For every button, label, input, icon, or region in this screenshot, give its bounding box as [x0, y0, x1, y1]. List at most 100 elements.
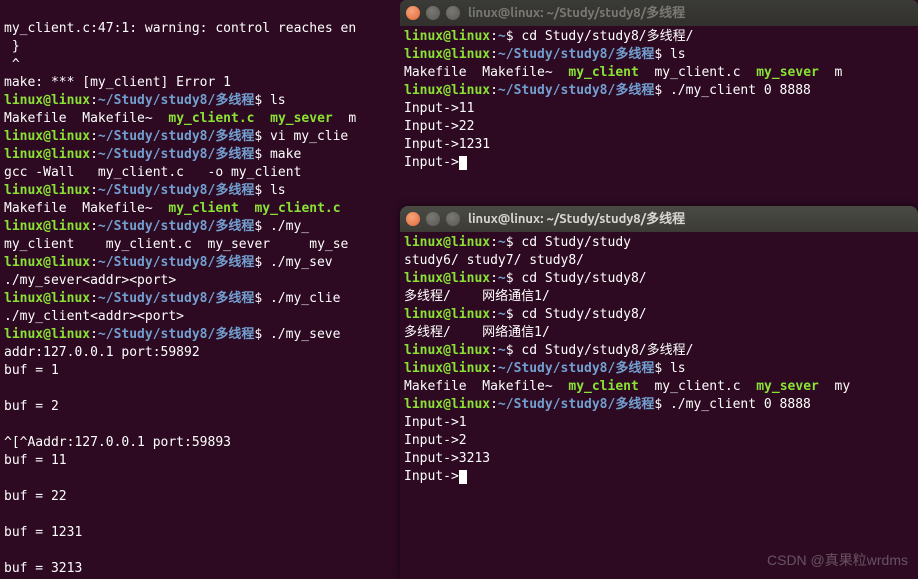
ls-file: my_client.c [254, 201, 340, 216]
ls-out: m [819, 65, 842, 80]
cmd: ./my_client 0 8888 [670, 83, 811, 98]
cmd: ./my_seve [270, 327, 340, 342]
prompt-dollar: $ [506, 271, 514, 286]
terminal-right-bottom[interactable]: linux@linux: ~/Study/study8/多线程 linux@li… [400, 206, 918, 579]
prompt-dollar: $ [506, 307, 514, 322]
maximize-icon[interactable] [446, 6, 460, 20]
title-bar[interactable]: linux@linux: ~/Study/study8/多线程 [400, 206, 918, 232]
prompt-dollar: $ [254, 147, 262, 162]
output-line: my_client my_client.c my_sever my_se [4, 237, 348, 252]
prompt-dollar: $ [254, 93, 262, 108]
cursor-icon [459, 470, 467, 484]
output-line: Input->22 [404, 119, 474, 134]
prompt-sep: : [90, 291, 98, 306]
cmd: ./my_sev [270, 255, 333, 270]
close-icon[interactable] [406, 6, 420, 20]
output-line: study6/ study7/ study8/ [404, 253, 584, 268]
cmd: ls [270, 93, 286, 108]
prompt-sep: : [90, 93, 98, 108]
ls-file: my_client [568, 379, 638, 394]
prompt-user: linux@linux [404, 361, 490, 376]
cmd: ./my_ [270, 219, 309, 234]
output-line: buf = 3213 [4, 561, 82, 576]
cmd: cd Study/study8/ [521, 307, 646, 322]
maximize-icon[interactable] [446, 212, 460, 226]
prompt-path: ~/Study/study8/多线程 [98, 129, 254, 144]
prompt-dollar: $ [654, 361, 662, 376]
prompt-path: ~/Study/study8/多线程 [98, 219, 254, 234]
prompt-dollar: $ [254, 291, 262, 306]
prompt-sep: : [90, 327, 98, 342]
prompt-dollar: $ [254, 129, 262, 144]
title-bar[interactable]: linux@linux: ~/Study/study8/多线程 [400, 0, 918, 26]
minimize-icon[interactable] [426, 6, 440, 20]
prompt-user: linux@linux [4, 183, 90, 198]
prompt-sep: : [90, 183, 98, 198]
output-line: buf = 1231 [4, 525, 82, 540]
prompt-path: ~/Study/study8/多线程 [498, 83, 654, 98]
ls-out: my_client.c [639, 65, 756, 80]
output-line: buf = 11 [4, 453, 67, 468]
prompt-sep: : [490, 29, 498, 44]
window-controls [406, 6, 460, 20]
prompt-path: ~/Study/study8/多线程 [98, 291, 254, 306]
terminal-right-top[interactable]: linux@linux: ~/Study/study8/多线程 linux@li… [400, 0, 918, 204]
prompt-user: linux@linux [4, 255, 90, 270]
output-line: gcc -Wall my_client.c -o my_client [4, 165, 301, 180]
ls-out: Makefile Makefile~ [404, 379, 568, 394]
ls-file: my_client [168, 201, 238, 216]
output-line: ./my_sever<addr><port> [4, 273, 176, 288]
ls-file: my_sever [270, 111, 333, 126]
cmd: make [270, 147, 301, 162]
output-line: Input-> [404, 469, 459, 484]
prompt-path: ~ [498, 29, 506, 44]
close-icon[interactable] [406, 212, 420, 226]
prompt-path: ~/Study/study8/多线程 [98, 255, 254, 270]
terminal-body[interactable]: linux@linux:~$ cd Study/study study6/ st… [400, 232, 918, 488]
output-line: addr:127.0.0.1 port:59892 [4, 345, 200, 360]
window-title: linux@linux: ~/Study/study8/多线程 [468, 210, 685, 228]
prompt-path: ~ [498, 343, 506, 358]
output-line: buf = 1 [4, 363, 59, 378]
cmd: cd Study/study8/多线程/ [521, 343, 693, 358]
ls-out: Makefile Makefile~ [4, 201, 168, 216]
prompt-dollar: $ [254, 183, 262, 198]
prompt-user: linux@linux [404, 83, 490, 98]
prompt-sep: : [90, 129, 98, 144]
cmd: ls [670, 47, 686, 62]
terminal-left[interactable]: my_client.c:47:1: warning: control reach… [0, 0, 414, 579]
prompt-sep: : [490, 397, 498, 412]
prompt-user: linux@linux [4, 291, 90, 306]
output-line: buf = 2 [4, 399, 59, 414]
prompt-sep: : [490, 47, 498, 62]
prompt-user: linux@linux [4, 147, 90, 162]
output-line: Input->11 [404, 101, 474, 116]
prompt-path: ~/Study/study8/多线程 [98, 93, 254, 108]
cmd: ls [270, 183, 286, 198]
prompt-path: ~/Study/study8/多线程 [98, 183, 254, 198]
minimize-icon[interactable] [426, 212, 440, 226]
cmd: vi my_clie [270, 129, 348, 144]
cmd: cd Study/study [521, 235, 631, 250]
prompt-sep: : [490, 343, 498, 358]
cmd: ./my_client 0 8888 [670, 397, 811, 412]
prompt-user: linux@linux [404, 343, 490, 358]
prompt-dollar: $ [506, 343, 514, 358]
prompt-user: linux@linux [404, 397, 490, 412]
output-line: Input->1 [404, 415, 467, 430]
output-line: 多线程/ 网络通信1/ [404, 325, 550, 340]
prompt-user: linux@linux [404, 235, 490, 250]
terminal-body[interactable]: linux@linux:~$ cd Study/study8/多线程/ linu… [400, 26, 918, 174]
output-line: ./my_client<addr><port> [4, 309, 184, 324]
cmd: cd Study/study8/ [521, 271, 646, 286]
output-line: Input->3213 [404, 451, 490, 466]
ls-out: m [333, 111, 356, 126]
prompt-dollar: $ [654, 47, 662, 62]
output-line: Input-> [404, 155, 459, 170]
output-line: my_client.c:47:1: warning: control reach… [4, 21, 356, 36]
prompt-sep: : [90, 147, 98, 162]
prompt-path: ~/Study/study8/多线程 [498, 397, 654, 412]
prompt-sep: : [490, 235, 498, 250]
output-line: make: *** [my_client] Error 1 [4, 75, 231, 90]
prompt-user: linux@linux [404, 307, 490, 322]
